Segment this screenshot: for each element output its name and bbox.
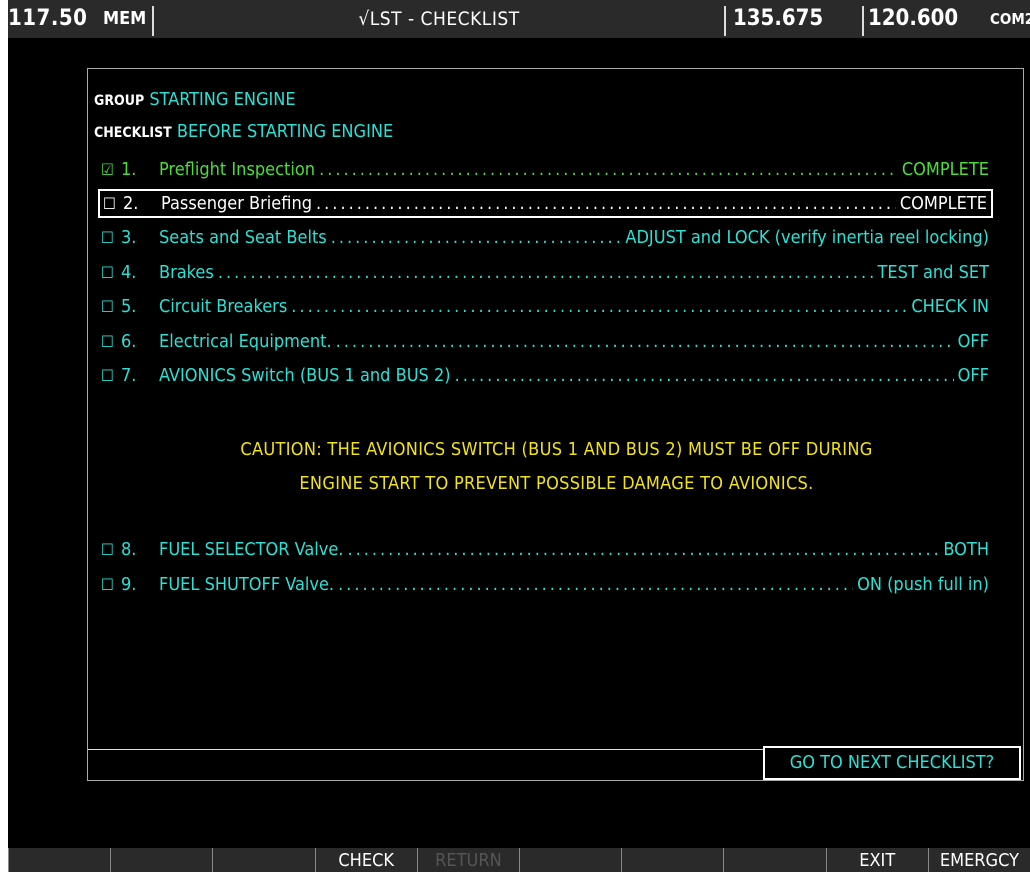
item-text: FUEL SELECTOR Valve.: [159, 539, 344, 560]
item-action: OFF: [957, 331, 989, 352]
item-text: AVIONICS Switch (BUS 1 and BUS 2): [159, 365, 451, 386]
item-action: BOTH: [943, 539, 989, 560]
item-number: 8.: [121, 539, 137, 560]
item-text: Electrical Equipment.: [159, 331, 332, 352]
checklist-value[interactable]: BEFORE STARTING ENGINE: [177, 121, 393, 142]
unchecked-box-icon: ☐: [101, 575, 114, 594]
checklist-item[interactable]: ☑ 1. Preflight Inspection COMPLETE: [98, 155, 993, 184]
softkey-3[interactable]: [212, 848, 314, 872]
unchecked-box-icon: ☐: [101, 332, 114, 351]
top-status-bar: 117.50 MEM √LST - CHECKLIST 135.675 120.…: [8, 0, 1030, 38]
checklist-row[interactable]: CHECKLIST BEFORE STARTING ENGINE: [94, 121, 393, 142]
leader-dots: [331, 223, 622, 252]
item-text: Preflight Inspection: [159, 159, 316, 180]
leader-dots: [347, 535, 939, 564]
unchecked-box-icon: ☐: [101, 263, 114, 282]
softkey-emergency[interactable]: EMERGCY: [927, 848, 1030, 872]
checklist-item[interactable]: ☐ 7. AVIONICS Switch (BUS 1 and BUS 2) O…: [98, 361, 993, 390]
item-action: ADJUST and LOCK (verify inertia reel loc…: [625, 227, 989, 248]
softkey-6[interactable]: [519, 848, 621, 872]
checklist-item[interactable]: ☐ 3. Seats and Seat Belts ADJUST and LOC…: [98, 223, 993, 252]
divider: [88, 749, 763, 750]
item-text: FUEL SHUTOFF Valve.: [159, 574, 335, 595]
softkey-8[interactable]: [723, 848, 825, 872]
nav-frequency: 117.50: [8, 6, 88, 31]
leader-dots: [336, 327, 954, 356]
item-action: CHECK IN: [911, 296, 989, 317]
item-action: COMPLETE: [901, 159, 989, 180]
item-action: ON (push full in): [857, 574, 989, 595]
group-value[interactable]: STARTING ENGINE: [149, 89, 295, 110]
softkey-exit[interactable]: EXIT: [825, 848, 928, 872]
item-text: Brakes: [159, 262, 214, 283]
leader-dots: [291, 292, 907, 321]
item-number: 6.: [121, 331, 137, 352]
checklist-panel: GROUP STARTING ENGINE CHECKLIST BEFORE S…: [87, 68, 1024, 781]
item-number: 3.: [121, 227, 137, 248]
softkey-2[interactable]: [110, 848, 212, 872]
item-number: 2.: [123, 193, 139, 214]
item-number: 1.: [121, 159, 137, 180]
item-text: Seats and Seat Belts: [159, 227, 327, 248]
group-row[interactable]: GROUP STARTING ENGINE: [94, 89, 296, 110]
item-text: Passenger Briefing: [161, 193, 313, 214]
item-text: Circuit Breakers: [159, 296, 288, 317]
softkey-check[interactable]: CHECK: [314, 848, 417, 872]
caution-text-line2: ENGINE START TO PREVENT POSSIBLE DAMAGE …: [299, 473, 814, 494]
unchecked-box-icon: ☐: [101, 366, 114, 385]
unchecked-box-icon: ☐: [101, 540, 114, 559]
item-number: 5.: [121, 296, 137, 317]
leader-dots: [316, 189, 896, 218]
unchecked-box-icon: ☐: [101, 228, 114, 247]
item-number: 7.: [121, 365, 137, 386]
checklist-label: CHECKLIST: [94, 125, 172, 141]
checklist-item-selected[interactable]: ☐ 2. Passenger Briefing COMPLETE: [98, 189, 993, 218]
unchecked-box-icon: ☐: [101, 297, 114, 316]
com-standby-frequency: 120.600: [868, 6, 959, 31]
leader-dots: [218, 258, 874, 287]
go-to-next-checklist-button[interactable]: GO TO NEXT CHECKLIST?: [763, 746, 1021, 780]
group-label: GROUP: [94, 93, 145, 109]
divider: [862, 6, 864, 36]
checklist-item[interactable]: ☐ 9. FUEL SHUTOFF Valve. ON (push full i…: [98, 570, 993, 599]
checklist-item[interactable]: ☐ 6. Electrical Equipment. OFF: [98, 327, 993, 356]
divider: [152, 6, 154, 36]
softkey-bar: CHECK RETURN EXIT EMERGCY: [8, 848, 1030, 872]
item-number: 9.: [121, 574, 137, 595]
item-action: COMPLETE: [899, 193, 987, 214]
checklist-item[interactable]: ☐ 5. Circuit Breakers CHECK IN: [98, 292, 993, 321]
page-title: √LST - CHECKLIST: [358, 8, 520, 30]
softkey-return[interactable]: RETURN: [416, 848, 519, 872]
softkey-1[interactable]: [8, 848, 110, 872]
leader-dots: [455, 361, 954, 390]
com-label: COM2: [990, 10, 1030, 28]
item-action: TEST and SET: [877, 262, 989, 283]
checklist-item[interactable]: ☐ 4. Brakes TEST and SET: [98, 258, 993, 287]
leader-dots: [338, 570, 853, 599]
checked-box-icon: ☑: [101, 160, 114, 179]
softkey-7[interactable]: [621, 848, 723, 872]
leader-dots: [319, 155, 898, 184]
unchecked-box-icon: ☐: [103, 194, 116, 213]
mem-label: MEM: [103, 8, 147, 29]
item-action: OFF: [957, 365, 989, 386]
caution-text-line1: CAUTION: THE AVIONICS SWITCH (BUS 1 AND …: [240, 439, 873, 460]
divider: [724, 6, 726, 36]
item-number: 4.: [121, 262, 137, 283]
mfd-screen: 117.50 MEM √LST - CHECKLIST 135.675 120.…: [8, 0, 1030, 872]
com-active-frequency: 135.675: [733, 6, 824, 31]
checklist-item[interactable]: ☐ 8. FUEL SELECTOR Valve. BOTH: [98, 535, 993, 564]
